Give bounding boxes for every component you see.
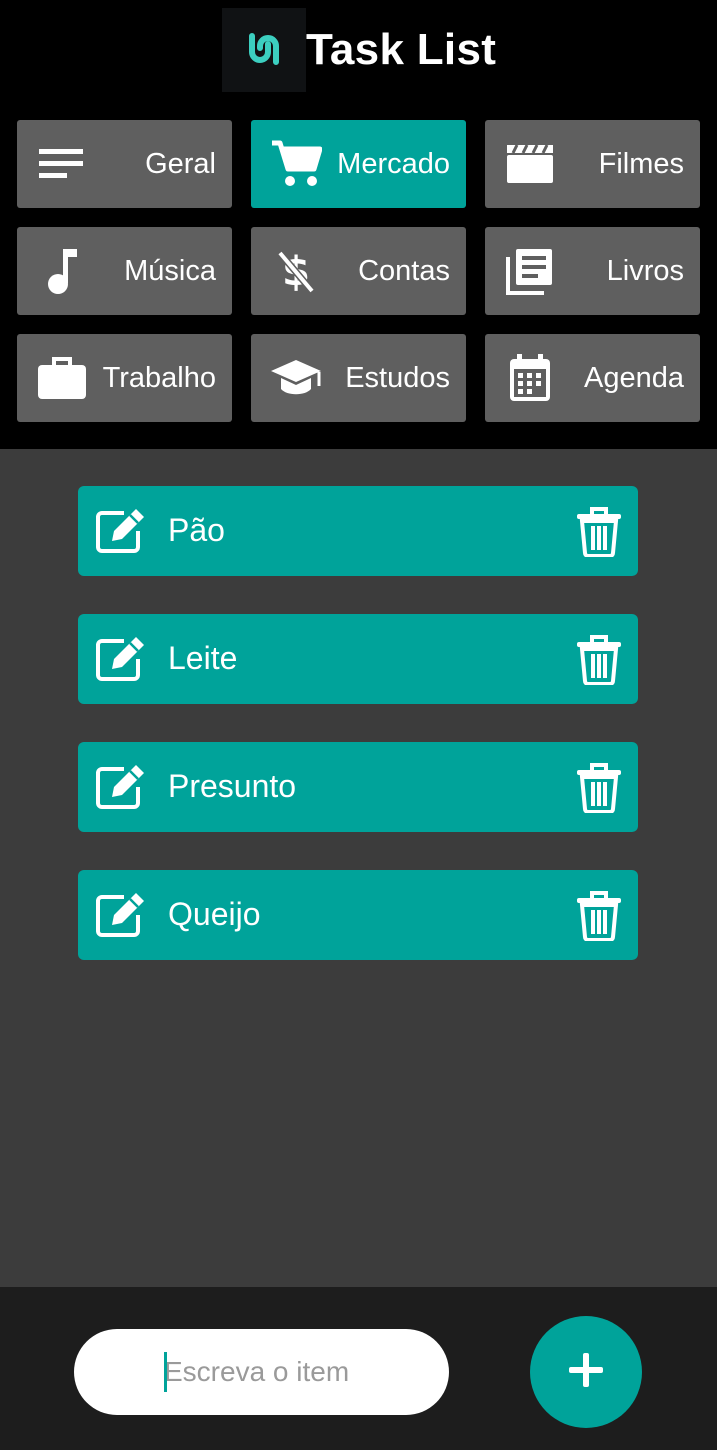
category-label: Filmes (598, 147, 684, 180)
category-trabalho[interactable]: Trabalho (17, 334, 232, 422)
list-item[interactable]: Leite (78, 614, 638, 704)
category-contas[interactable]: $ Contas (251, 227, 466, 315)
app-header: Task List (0, 0, 717, 100)
input-bar (0, 1287, 717, 1450)
money-off-icon: $ (269, 244, 323, 298)
list-item[interactable]: Presunto (78, 742, 638, 832)
trash-icon[interactable] (576, 507, 622, 558)
menu-lines-icon (35, 137, 89, 191)
task-list-area: Pão Leite Presunto Queijo (0, 449, 717, 1287)
calendar-icon (503, 351, 557, 405)
text-cursor (164, 1352, 167, 1392)
category-filmes[interactable]: Filmes (485, 120, 700, 208)
category-estudos[interactable]: Estudos (251, 334, 466, 422)
category-label: Agenda (584, 361, 684, 394)
category-geral[interactable]: Geral (17, 120, 232, 208)
category-label: Mercado (337, 147, 450, 180)
item-text: Leite (168, 640, 238, 676)
category-label: Livros (606, 254, 684, 287)
item-text: Pão (168, 512, 225, 548)
shopping-cart-icon (269, 137, 323, 191)
category-mercado[interactable]: Mercado (251, 120, 466, 208)
category-label: Estudos (345, 361, 450, 394)
item-text: Queijo (168, 896, 261, 932)
category-label: Música (124, 254, 216, 287)
list-item[interactable]: Queijo (78, 870, 638, 960)
item-input-container[interactable] (74, 1329, 449, 1415)
category-label: Trabalho (102, 361, 216, 394)
edit-icon[interactable] (94, 891, 152, 939)
task-list: Pão Leite Presunto Queijo (78, 486, 638, 998)
category-label: Geral (145, 147, 216, 180)
edit-icon[interactable] (94, 635, 152, 683)
category-label: Contas (358, 254, 450, 287)
item-input[interactable] (164, 1349, 434, 1395)
trash-icon[interactable] (576, 635, 622, 686)
item-text: Presunto (168, 768, 297, 804)
edit-icon[interactable] (94, 507, 152, 555)
app-title: Task List (306, 25, 497, 74)
edit-icon[interactable] (94, 763, 152, 811)
music-note-icon (35, 244, 89, 298)
category-grid: Geral Mercado Filmes Música $ Contas Liv… (17, 120, 700, 422)
clapperboard-icon (503, 137, 557, 191)
trash-icon[interactable] (576, 891, 622, 942)
list-item[interactable]: Pão (78, 486, 638, 576)
category-livros[interactable]: Livros (485, 227, 700, 315)
add-item-button[interactable] (530, 1316, 642, 1428)
trash-icon[interactable] (576, 763, 622, 814)
graduation-cap-icon (269, 351, 323, 405)
app-logo-icon (222, 8, 306, 92)
plus-icon (567, 1351, 605, 1394)
briefcase-icon (35, 351, 89, 405)
category-agenda[interactable]: Agenda (485, 334, 700, 422)
category-musica[interactable]: Música (17, 227, 232, 315)
library-books-icon (503, 244, 557, 298)
